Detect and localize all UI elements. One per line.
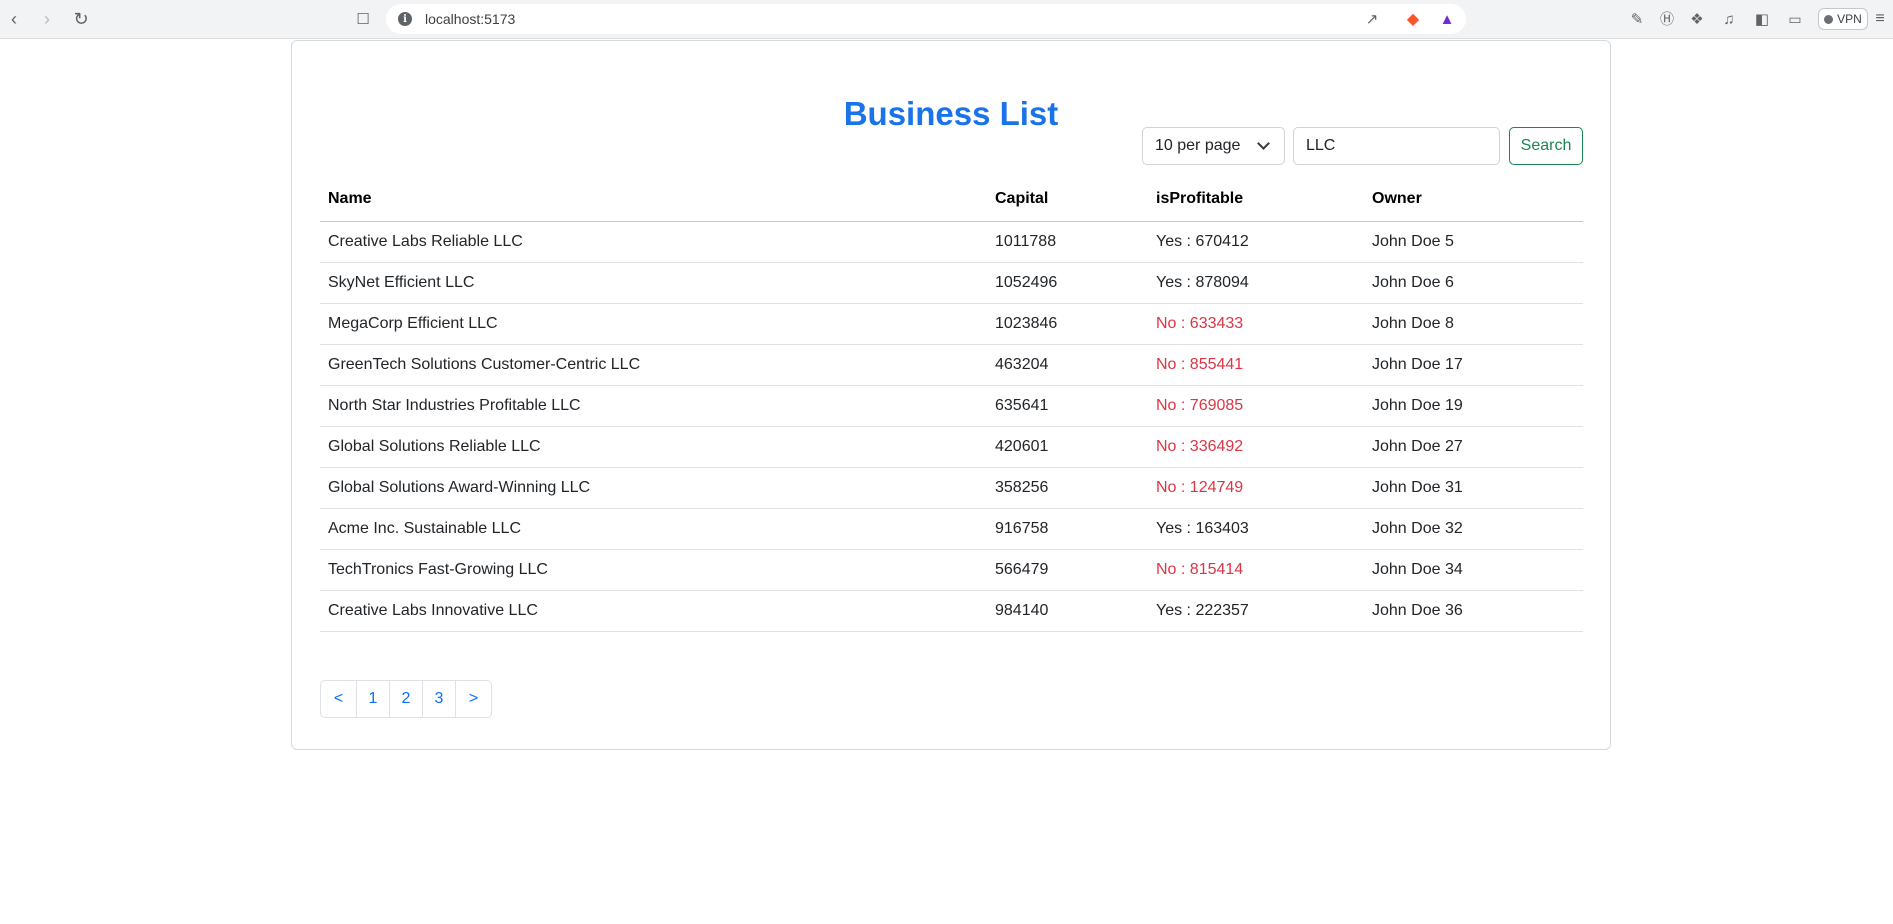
cell-capital: 916758: [987, 508, 1148, 550]
forward-icon[interactable]: ›: [34, 6, 60, 32]
cell-capital: 358256: [987, 467, 1148, 509]
cell-name: Acme Inc. Sustainable LLC: [320, 508, 987, 550]
search-input[interactable]: [1293, 127, 1500, 165]
bookmark-icon[interactable]: ☐: [350, 6, 376, 32]
cell-isprofitable: No : 336492: [1148, 426, 1364, 468]
per-page-select[interactable]: 10 per page: [1142, 127, 1285, 165]
cell-name: North Star Industries Profitable LLC: [320, 385, 987, 427]
vpn-label: VPN: [1837, 12, 1862, 26]
pagination-prev[interactable]: <: [320, 680, 357, 718]
cell-owner: John Doe 27: [1364, 426, 1583, 468]
sidebar-icon[interactable]: ◧: [1749, 6, 1775, 32]
cell-capital: 1011788: [987, 221, 1148, 263]
cell-owner: John Doe 36: [1364, 590, 1583, 632]
pagination-next[interactable]: >: [455, 680, 492, 718]
cell-capital: 984140: [987, 590, 1148, 632]
back-icon[interactable]: ‹: [1, 6, 27, 32]
vpn-button[interactable]: VPN: [1818, 8, 1868, 30]
address-bar[interactable]: i localhost:5173 ↗ ◆ ▲: [386, 4, 1466, 34]
table-row: Creative Labs Innovative LLC 984140 Yes : …: [320, 590, 1583, 632]
extensions-icon[interactable]: ❖: [1684, 6, 1710, 32]
cell-name: SkyNet Efficient LLC: [320, 262, 987, 304]
cell-owner: John Doe 8: [1364, 303, 1583, 345]
cell-isprofitable: No : 769085: [1148, 385, 1364, 427]
pagination-page-1[interactable]: 1: [356, 680, 390, 718]
eyedropper-icon[interactable]: ✎: [1624, 6, 1650, 32]
table-row: North Star Industries Profitable LLC 6356…: [320, 385, 1583, 427]
cell-isprofitable: No : 124749: [1148, 467, 1364, 509]
cell-name: TechTronics Fast-Growing LLC: [320, 549, 987, 591]
cell-isprofitable: No : 855441: [1148, 344, 1364, 386]
header-capital: Capital: [987, 178, 1148, 222]
table-row: MegaCorp Efficient LLC 1023846 No : 633433…: [320, 303, 1583, 345]
pagination-page-2[interactable]: 2: [389, 680, 423, 718]
business-list-card: Business List 10 per page Search Name Ca…: [291, 40, 1611, 750]
reload-icon[interactable]: ↻: [68, 6, 94, 32]
cell-name: Global Solutions Reliable LLC: [320, 426, 987, 468]
cell-capital: 1023846: [987, 303, 1148, 345]
cell-owner: John Doe 6: [1364, 262, 1583, 304]
cell-owner: John Doe 17: [1364, 344, 1583, 386]
cell-name: MegaCorp Efficient LLC: [320, 303, 987, 345]
site-info-icon[interactable]: i: [398, 12, 412, 26]
table-row: SkyNet Efficient LLC 1052496 Yes : 878094 J…: [320, 262, 1583, 304]
brave-rewards-icon[interactable]: ▲: [1434, 6, 1460, 32]
url-text: localhost:5173: [425, 11, 516, 27]
cell-owner: John Doe 31: [1364, 467, 1583, 509]
cell-capital: 566479: [987, 549, 1148, 591]
media-icon[interactable]: ♫: [1716, 6, 1742, 32]
cell-capital: 1052496: [987, 262, 1148, 304]
table-row: TechTronics Fast-Growing LLC 566479 No : 8…: [320, 549, 1583, 591]
cell-owner: John Doe 34: [1364, 549, 1583, 591]
cell-isprofitable: Yes : 163403: [1148, 508, 1364, 550]
cell-capital: 635641: [987, 385, 1148, 427]
brave-shield-icon[interactable]: ◆: [1400, 6, 1426, 32]
table-row: Global Solutions Award-Winning LLC 358256…: [320, 467, 1583, 509]
cell-isprofitable: Yes : 670412: [1148, 221, 1364, 263]
business-table: Name Capital isProfitable Owner Creative…: [320, 178, 1583, 632]
table-row: Global Solutions Reliable LLC 420601 No : …: [320, 426, 1583, 468]
per-page-value: 10 per page: [1155, 137, 1241, 154]
hangouts-icon[interactable]: Ⓗ: [1654, 6, 1680, 32]
search-button[interactable]: Search: [1509, 127, 1583, 165]
cell-isprofitable: Yes : 222357: [1148, 590, 1364, 632]
cell-isprofitable: No : 815414: [1148, 549, 1364, 591]
cell-capital: 420601: [987, 426, 1148, 468]
cell-name: GreenTech Solutions Customer-Centric LLC: [320, 344, 987, 386]
pagination-page-3[interactable]: 3: [422, 680, 456, 718]
cell-owner: John Doe 5: [1364, 221, 1583, 263]
cell-isprofitable: Yes : 878094: [1148, 262, 1364, 304]
table-row: Acme Inc. Sustainable LLC 916758 Yes : 163…: [320, 508, 1583, 550]
table-row: GreenTech Solutions Customer-Centric LLC…: [320, 344, 1583, 386]
cell-capital: 463204: [987, 344, 1148, 386]
share-icon[interactable]: ↗: [1359, 6, 1385, 32]
cell-owner: John Doe 32: [1364, 508, 1583, 550]
header-name: Name: [320, 178, 987, 222]
cell-name: Global Solutions Award-Winning LLC: [320, 467, 987, 509]
menu-icon[interactable]: ≡: [1870, 6, 1890, 32]
browser-toolbar: ‹ › ↻ ☐ i localhost:5173 ↗ ◆ ▲ ✎ Ⓗ ❖ ♫ ◧…: [0, 0, 1893, 39]
chevron-down-icon: [1257, 137, 1270, 150]
vpn-status-icon: [1824, 14, 1834, 24]
cell-owner: John Doe 19: [1364, 385, 1583, 427]
cell-name: Creative Labs Innovative LLC: [320, 590, 987, 632]
header-isprofitable: isProfitable: [1148, 178, 1364, 222]
header-owner: Owner: [1364, 178, 1583, 222]
pagination: < 1 2 3 >: [320, 680, 492, 718]
cell-name: Creative Labs Reliable LLC: [320, 221, 987, 263]
table-row: Creative Labs Reliable LLC 1011788 Yes : 6…: [320, 221, 1583, 263]
wallet-icon[interactable]: ▭: [1782, 6, 1808, 32]
cell-isprofitable: No : 633433: [1148, 303, 1364, 345]
table-header-row: Name Capital isProfitable Owner: [320, 178, 1583, 222]
